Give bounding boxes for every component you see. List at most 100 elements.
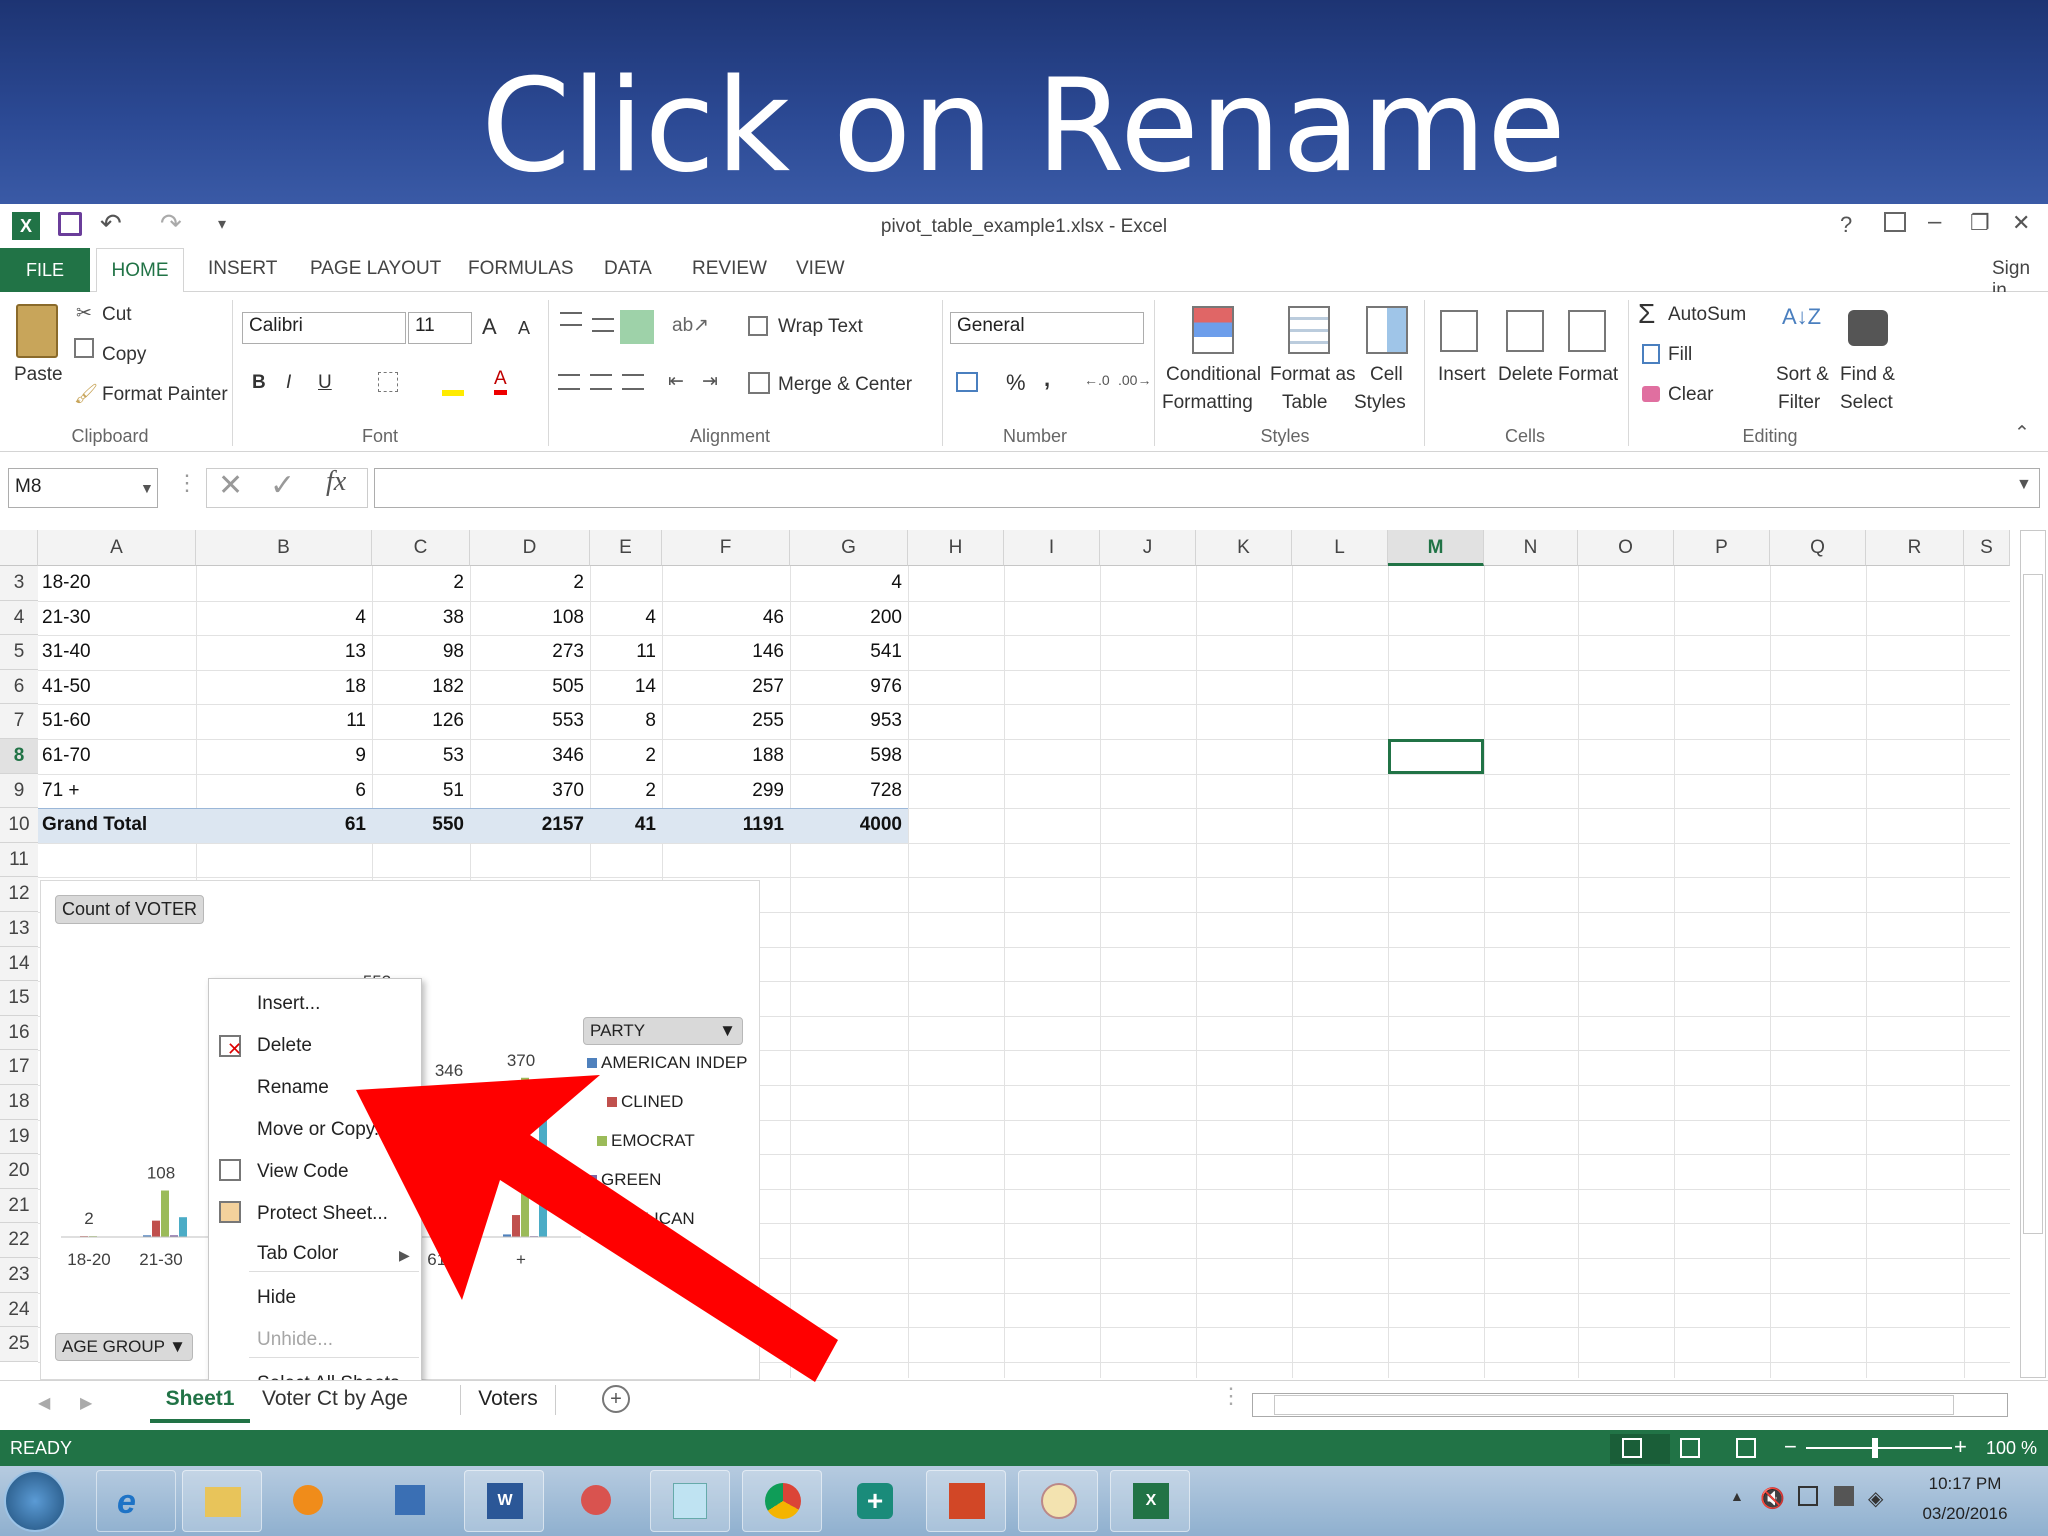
row-header[interactable]: 21 [0, 1188, 38, 1224]
underline-button[interactable]: U [318, 372, 332, 394]
cell-styles-icon[interactable] [1366, 306, 1408, 354]
value-cell[interactable]: 8 [590, 710, 656, 732]
cut-button[interactable]: Cut [102, 304, 132, 326]
value-cell[interactable]: 18 [196, 676, 366, 698]
row-header[interactable]: 24 [0, 1292, 38, 1328]
insert-cells-icon[interactable] [1440, 310, 1478, 352]
value-cell[interactable]: 4 [196, 607, 366, 629]
format-cells-button[interactable]: Format [1558, 364, 1618, 386]
borders-icon[interactable] [378, 372, 398, 392]
column-header-h[interactable]: H [908, 530, 1004, 566]
column-header-b[interactable]: B [196, 530, 372, 566]
value-cell[interactable]: 11 [590, 641, 656, 663]
italic-button[interactable]: I [286, 372, 291, 394]
row-header[interactable]: 8 [0, 739, 38, 774]
value-cell[interactable]: 200 [790, 607, 902, 629]
column-header-k[interactable]: K [1196, 530, 1292, 566]
align-left-icon[interactable] [558, 374, 580, 390]
internet-explorer-icon[interactable]: e [96, 1470, 176, 1532]
clock-date[interactable]: 03/20/2016 [1910, 1504, 2020, 1524]
increase-indent-icon[interactable]: ⇥ [702, 370, 718, 393]
format-cells-icon[interactable] [1568, 310, 1606, 352]
column-header-m[interactable]: M [1388, 530, 1484, 566]
menu-item-hide[interactable]: Hide [257, 1287, 296, 1309]
add-sheet-icon[interactable]: + [602, 1385, 630, 1413]
settings-app-icon[interactable] [370, 1470, 450, 1532]
collapse-ribbon-icon[interactable]: ⌃ [2014, 422, 2030, 445]
row-label-cell[interactable]: 41-50 [42, 676, 91, 698]
row-label-cell[interactable]: 61-70 [42, 745, 91, 767]
copy-button[interactable]: Copy [102, 344, 146, 366]
fill-icon[interactable] [1642, 344, 1660, 364]
tab-split-handle-icon[interactable]: ⋮ [1220, 1383, 1242, 1409]
value-cell[interactable]: 11 [196, 710, 366, 732]
media-player-icon[interactable] [268, 1470, 348, 1532]
menu-item-view-code[interactable]: View Code [257, 1161, 349, 1183]
cancel-entry-icon[interactable]: ✕ [218, 468, 243, 503]
count-of-voter-button[interactable]: Count of VOTER [55, 895, 205, 924]
find-select-icon[interactable] [1848, 310, 1888, 346]
row-header[interactable]: 20 [0, 1154, 38, 1189]
row-header[interactable]: 23 [0, 1258, 38, 1293]
tab-review[interactable]: REVIEW [692, 258, 767, 280]
paste-icon[interactable] [16, 304, 58, 358]
accounting-format-icon[interactable] [956, 372, 978, 392]
paste-button[interactable]: Paste [14, 364, 63, 386]
column-header-f[interactable]: F [662, 530, 790, 566]
find-select-label[interactable]: Find & [1840, 364, 1895, 386]
row-header[interactable]: 25 [0, 1327, 38, 1362]
value-cell[interactable]: 370 [470, 780, 584, 802]
row-header[interactable]: 17 [0, 1050, 38, 1085]
font-size-box[interactable]: 11 [408, 312, 472, 344]
scroll-right-icon[interactable]: ▶ [80, 1393, 92, 1413]
tab-home[interactable]: HOME [96, 248, 184, 294]
horizontal-scroll-thumb[interactable] [1274, 1395, 1954, 1415]
align-center-icon[interactable] [590, 374, 612, 390]
align-bottom-icon[interactable] [620, 310, 654, 344]
chart-bar[interactable] [431, 1233, 439, 1237]
find-select-label2[interactable]: Select [1840, 392, 1893, 414]
merge-center-button[interactable]: Merge & Center [778, 374, 912, 396]
align-middle-icon[interactable] [592, 318, 614, 332]
fill-button[interactable]: Fill [1668, 344, 1692, 366]
chart-bar[interactable] [449, 1088, 457, 1237]
increase-decimal-icon[interactable]: ←.0 [1084, 372, 1110, 388]
value-cell[interactable]: 51 [372, 780, 464, 802]
app-icon-red[interactable] [556, 1470, 636, 1532]
show-hidden-icons[interactable]: ▲ [1730, 1488, 1744, 1504]
row-label-cell[interactable]: 71 + [42, 780, 80, 802]
value-cell[interactable]: 182 [372, 676, 464, 698]
row-label-cell[interactable]: 21-30 [42, 607, 91, 629]
orientation-icon[interactable]: ab↗ [672, 314, 709, 337]
copy-icon[interactable] [74, 338, 94, 358]
tab-insert[interactable]: INSERT [208, 258, 277, 280]
scroll-left-icon[interactable]: ◀ [38, 1393, 50, 1413]
row-header[interactable]: 18 [0, 1085, 38, 1120]
menu-item-move-or-copy[interactable]: Move or Copy... [257, 1119, 390, 1141]
tab-data[interactable]: DATA [604, 258, 652, 280]
fill-color-icon[interactable] [442, 372, 464, 396]
shrink-font-button[interactable]: A [518, 318, 530, 339]
file-explorer-icon[interactable] [182, 1470, 262, 1532]
align-top-icon[interactable] [560, 312, 582, 326]
number-format-box[interactable]: General [950, 312, 1144, 344]
expand-formula-bar-icon[interactable]: ▼ [2016, 476, 2032, 494]
value-cell[interactable]: 953 [790, 710, 902, 732]
zoom-slider-thumb[interactable] [1872, 1438, 1878, 1458]
value-cell[interactable]: 346 [470, 745, 584, 767]
party-filter-button[interactable]: PARTY ▼ [583, 1017, 743, 1045]
chart-bar[interactable] [539, 1108, 547, 1237]
enter-entry-icon[interactable]: ✓ [270, 468, 295, 503]
value-cell[interactable]: 188 [662, 745, 784, 767]
zoom-out-button[interactable]: − [1784, 1434, 1797, 1460]
decrease-decimal-icon[interactable]: .00→ [1118, 372, 1151, 388]
value-cell[interactable]: 541 [790, 641, 902, 663]
paint-icon[interactable] [1018, 1470, 1098, 1532]
menu-item-delete[interactable]: Delete [257, 1035, 312, 1057]
medical-app-icon[interactable]: + [834, 1470, 914, 1532]
format-painter-button[interactable]: Format Painter [102, 384, 228, 406]
volume-icon[interactable]: 🔇 [1760, 1486, 1785, 1511]
value-cell[interactable]: 46 [662, 607, 784, 629]
column-header-a[interactable]: A [38, 530, 196, 566]
clear-button[interactable]: Clear [1668, 384, 1713, 406]
